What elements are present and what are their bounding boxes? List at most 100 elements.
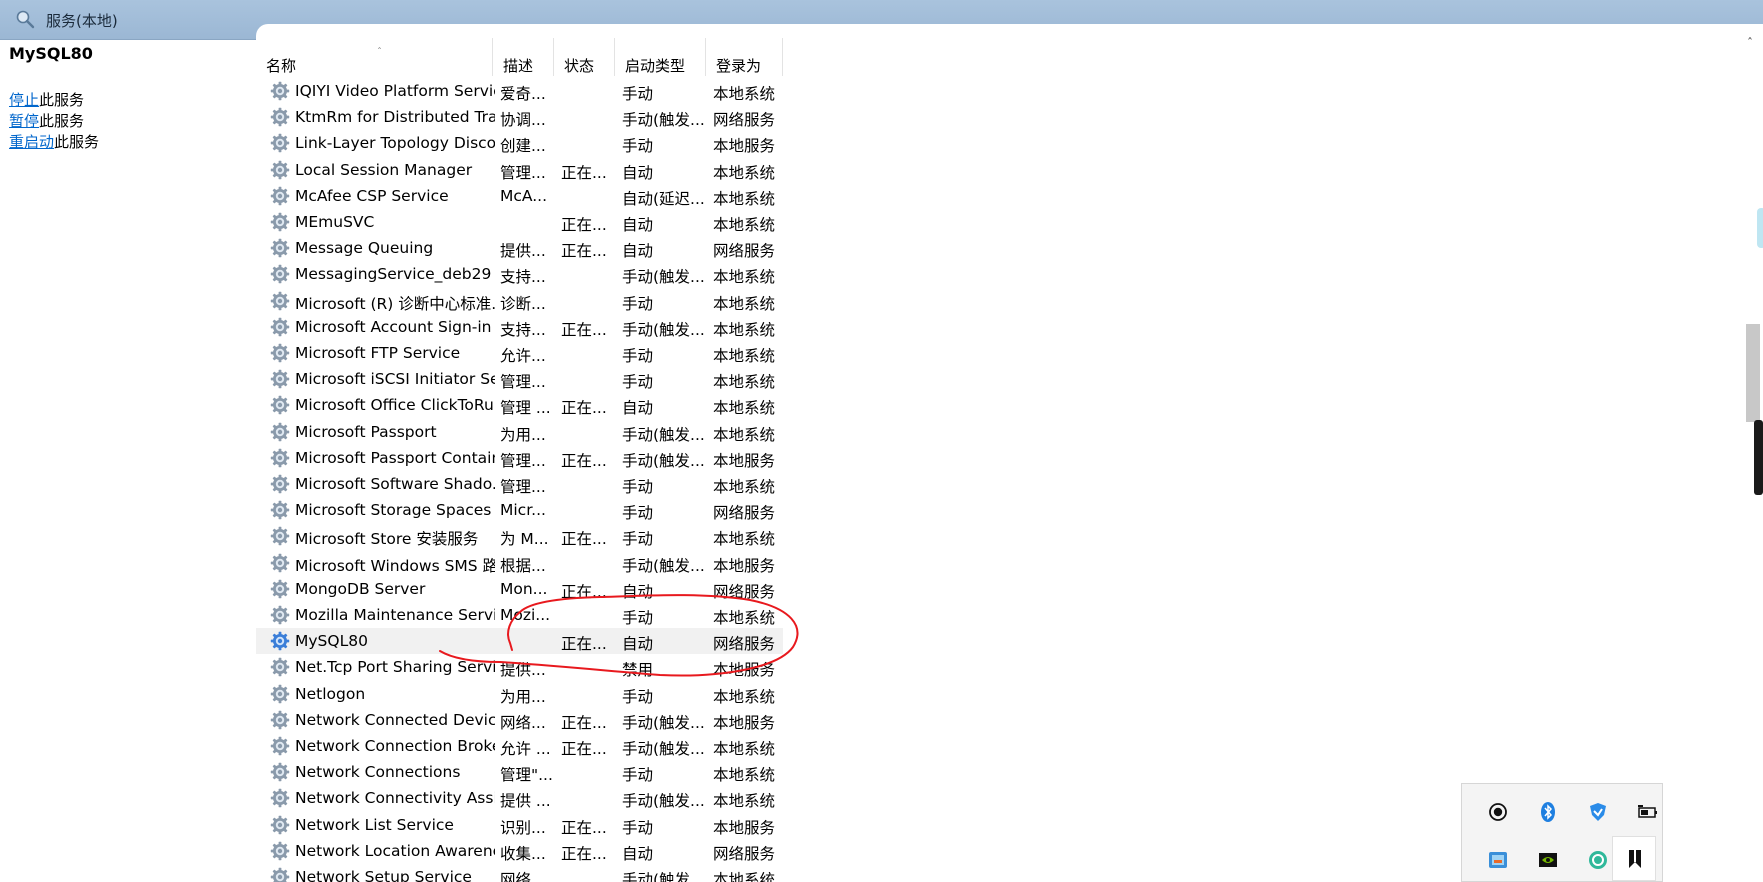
service-gear-icon bbox=[270, 291, 290, 311]
service-row[interactable]: Network List Service 识别... 正在... 手动 本地服务 bbox=[256, 812, 783, 838]
shield-icon[interactable] bbox=[1586, 800, 1610, 824]
service-gear-icon bbox=[270, 736, 290, 756]
service-row[interactable]: Microsoft Windows SMS 路... 根据... 手动(触发... 本… bbox=[256, 550, 783, 576]
service-description-cell: 允许 ... bbox=[500, 740, 551, 758]
sync-icon[interactable] bbox=[1586, 848, 1610, 872]
service-row[interactable]: Network Connection Broker 允许 ... 正在... 手动(触… bbox=[256, 733, 783, 759]
service-gear-icon bbox=[270, 867, 290, 882]
service-status-cell: 正在... bbox=[561, 582, 607, 601]
service-status-cell: 正在... bbox=[561, 530, 607, 549]
service-description-cell: 为 M... bbox=[500, 530, 549, 549]
service-details-panel: MySQL80 停止此服务 暂停此服务 重启动此服务 bbox=[0, 40, 256, 882]
service-row[interactable]: Net.Tcp Port Sharing Service 提供... 禁用 本地服务 bbox=[256, 654, 783, 680]
service-logon-cell: 本地系统 bbox=[713, 268, 776, 287]
column-header-startup-type[interactable]: 启动类型 bbox=[615, 38, 706, 76]
column-header-description[interactable]: 描述 bbox=[493, 38, 554, 76]
service-row[interactable]: McAfee CSP Service McA... 自动(延迟... 本地系统 bbox=[256, 183, 783, 209]
pause-service-link[interactable]: 暂停 bbox=[9, 112, 39, 130]
service-startup-type-cell: 自动(延迟... bbox=[622, 189, 705, 208]
service-description-cell: 诊断... bbox=[500, 294, 546, 313]
service-row[interactable]: Microsoft iSCSI Initiator Ser... 管理... 手动 本… bbox=[256, 366, 783, 392]
service-row[interactable]: Microsoft FTP Service 允许... 手动 本地系统 bbox=[256, 340, 783, 366]
service-row[interactable]: Network Connections 管理"... 手动 本地系统 bbox=[256, 759, 783, 785]
scroll-up-icon[interactable]: ˆ bbox=[1747, 36, 1753, 50]
service-row[interactable]: KtmRm for Distributed Tra... 协调... 手动(触发..… bbox=[256, 104, 783, 130]
service-row[interactable]: Microsoft Storage Spaces S... Micr... 手动 网络… bbox=[256, 497, 783, 523]
column-header-status[interactable]: 状态 bbox=[554, 38, 615, 76]
service-description-cell: 创建... bbox=[500, 137, 546, 156]
service-row[interactable]: Mozilla Maintenance Service Mozi... 手动 本地系统 bbox=[256, 602, 783, 628]
edge-panel-handle[interactable] bbox=[1757, 208, 1763, 248]
service-name-cell: Microsoft (R) 诊断中心标准... bbox=[295, 294, 495, 313]
service-description-cell: 提供 ... bbox=[500, 792, 551, 811]
record-icon[interactable] bbox=[1486, 800, 1510, 824]
service-status-cell: 正在... bbox=[561, 242, 607, 261]
service-gear-icon bbox=[270, 133, 290, 153]
service-startup-type-cell: 手动(触发... bbox=[622, 320, 705, 339]
service-description-cell: 支持... bbox=[500, 268, 546, 287]
stop-service-link[interactable]: 停止 bbox=[9, 91, 39, 109]
service-row[interactable]: IQIYI Video Platform Service 爱奇... 手动 本地系统 bbox=[256, 78, 783, 104]
service-row[interactable]: MessagingService_deb29 支持... 手动(触发... 本地系统 bbox=[256, 261, 783, 287]
service-row[interactable]: Microsoft (R) 诊断中心标准... 诊断... 手动 本地系统 bbox=[256, 288, 783, 314]
service-row[interactable]: Microsoft Account Sign-in ... 支持... 正在... 手… bbox=[256, 314, 783, 340]
column-header-name[interactable]: 名称 bbox=[256, 38, 493, 76]
service-row[interactable]: Microsoft Software Shado... 管理... 手动 本地系统 bbox=[256, 471, 783, 497]
service-logon-cell: 本地系统 bbox=[713, 425, 776, 444]
service-description-cell: 管理 ... bbox=[500, 399, 551, 418]
scrollbar-thumb[interactable] bbox=[1746, 324, 1760, 422]
bluetooth-icon[interactable] bbox=[1536, 800, 1560, 824]
service-gear-icon bbox=[270, 212, 290, 232]
service-startup-type-cell: 手动 bbox=[622, 609, 654, 627]
service-logon-cell: 本地系统 bbox=[713, 792, 776, 811]
service-gear-icon bbox=[270, 264, 290, 284]
service-gear-icon bbox=[270, 448, 290, 468]
service-description-cell: 管理... bbox=[500, 163, 546, 182]
edge-meter-widget bbox=[1754, 420, 1763, 495]
service-row[interactable]: Network Connectivity Assis... 提供 ... 手动(触发… bbox=[256, 785, 783, 811]
action-suffix: 此服务 bbox=[39, 112, 85, 130]
service-startup-type-cell: 手动 bbox=[622, 504, 654, 523]
column-header-logon-as[interactable]: 登录为 bbox=[706, 38, 783, 76]
service-row[interactable]: Microsoft Office ClickToRu... 管理 ... 正在...… bbox=[256, 392, 783, 418]
service-row[interactable]: Local Session Manager 管理... 正在... 自动 本地系统 bbox=[256, 157, 783, 183]
restart-service-link[interactable]: 重启动 bbox=[9, 133, 54, 151]
tray-pinned-slot[interactable] bbox=[1612, 836, 1656, 881]
battery-icon[interactable] bbox=[1636, 800, 1660, 824]
service-name-cell: Network Connectivity Assis... bbox=[295, 789, 495, 808]
service-description-cell: 提供... bbox=[500, 242, 546, 261]
service-row[interactable]: Network Location Awarene... 收集... 正在... 自动 网… bbox=[256, 838, 783, 864]
bookmark-app-icon bbox=[1629, 850, 1641, 868]
service-row[interactable]: MongoDB Server Mon... 正在... 自动 网络服务 bbox=[256, 576, 783, 602]
magnifier-icon bbox=[16, 10, 35, 29]
service-startup-type-cell: 自动 bbox=[622, 399, 654, 418]
service-gear-icon bbox=[270, 841, 290, 861]
service-row[interactable]: MySQL80 正在... 自动 网络服务 bbox=[256, 628, 783, 655]
service-row[interactable]: Message Queuing 提供... 正在... 自动 网络服务 bbox=[256, 235, 783, 261]
service-gear-icon bbox=[270, 107, 290, 127]
service-logon-cell: 本地系统 bbox=[713, 163, 776, 182]
service-row[interactable]: Network Setup Service 网络... 手动(触发... 本地系统 bbox=[256, 864, 783, 882]
service-row[interactable]: Microsoft Passport 为用... 手动(触发... 本地系统 bbox=[256, 419, 783, 445]
service-name-cell: Microsoft iSCSI Initiator Ser... bbox=[295, 370, 495, 389]
service-gear-icon bbox=[270, 579, 290, 599]
service-logon-cell: 网络服务 bbox=[713, 844, 776, 863]
service-logon-cell: 本地系统 bbox=[713, 530, 776, 549]
service-row[interactable]: Netlogon 为用... 手动 本地系统 bbox=[256, 681, 783, 707]
nvidia-icon[interactable] bbox=[1536, 848, 1560, 872]
column-headers: 名称 ˆ 描述 状态 启动类型 登录为 bbox=[256, 38, 783, 76]
service-description-cell: 管理... bbox=[500, 478, 546, 496]
service-row[interactable]: Network Connected Devic... 网络... 正在... 手动(触… bbox=[256, 707, 783, 733]
service-row[interactable]: Link-Layer Topology Disco... 创建... 手动 本地服务 bbox=[256, 130, 783, 156]
service-gear-icon bbox=[270, 657, 290, 677]
service-gear-icon bbox=[270, 317, 290, 337]
service-row[interactable]: Microsoft Store 安装服务 为 M... 正在... 手动 本地系统 bbox=[256, 523, 783, 549]
service-gear-icon bbox=[270, 160, 290, 180]
service-row[interactable]: MEmuSVC 正在... 自动 本地系统 bbox=[256, 209, 783, 235]
network-app-icon[interactable] bbox=[1486, 848, 1510, 872]
service-description-cell: 为用... bbox=[500, 687, 546, 706]
service-logon-cell: 本地系统 bbox=[713, 294, 776, 313]
service-name-cell: Network List Service bbox=[295, 815, 454, 834]
service-row[interactable]: Microsoft Passport Container 管理... 正在... 手动… bbox=[256, 445, 783, 471]
service-logon-cell: 本地系统 bbox=[713, 478, 776, 496]
